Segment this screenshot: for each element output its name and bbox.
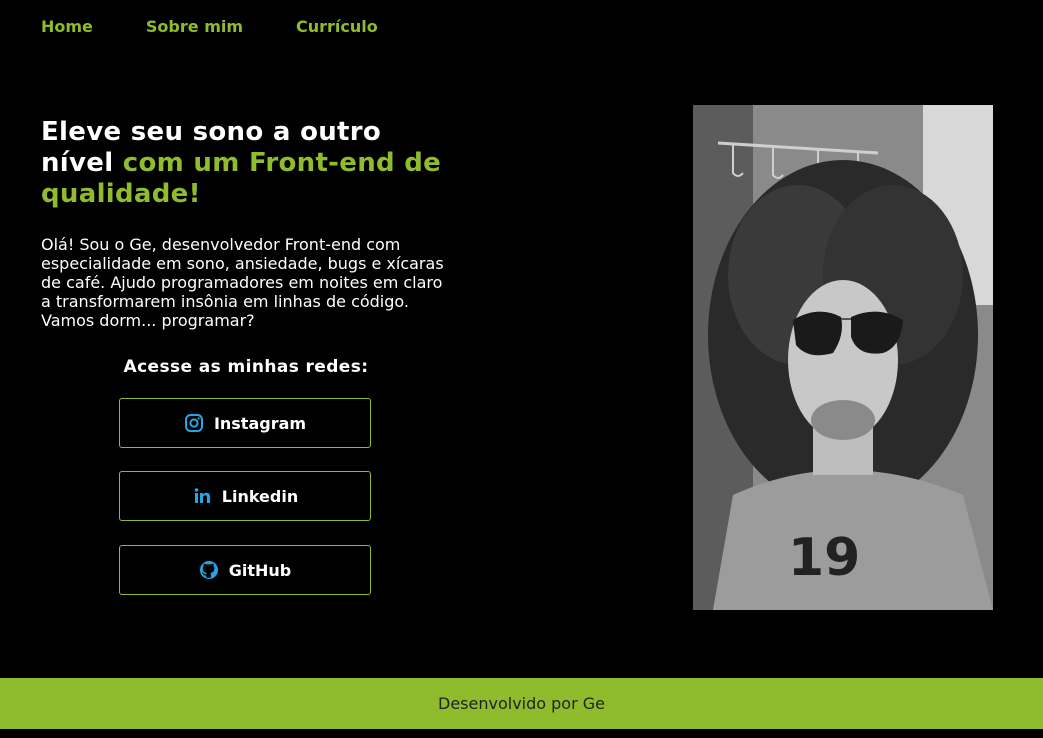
- github-label: GitHub: [228, 560, 292, 580]
- intro-text: Olá! Sou o Ge, desenvolvedor Front-end c…: [41, 235, 444, 330]
- svg-text:19: 19: [788, 528, 860, 588]
- nav-curriculo-link[interactable]: Currículo: [296, 17, 378, 36]
- instagram-button[interactable]: Instagram: [119, 398, 371, 448]
- footer: Desenvolvido por Ge: [0, 678, 1043, 729]
- main-nav: Home Sobre mim Currículo: [41, 17, 378, 36]
- linkedin-label: Linkedin: [221, 486, 299, 506]
- instagram-label: Instagram: [213, 413, 307, 433]
- linkedin-icon: [192, 486, 212, 506]
- linkedin-button[interactable]: Linkedin: [119, 471, 371, 521]
- social-title: Acesse as minhas redes:: [123, 357, 369, 377]
- profile-photo: 19: [693, 105, 993, 610]
- footer-text: Desenvolvido por Ge: [438, 694, 605, 713]
- github-icon: [199, 560, 219, 580]
- hero-title: Eleve seu sono a outro nível com um Fron…: [41, 117, 461, 210]
- nav-home-link[interactable]: Home: [41, 17, 93, 36]
- nav-sobre-mim-link[interactable]: Sobre mim: [146, 17, 243, 36]
- github-button[interactable]: GitHub: [119, 545, 371, 595]
- instagram-icon: [184, 413, 204, 433]
